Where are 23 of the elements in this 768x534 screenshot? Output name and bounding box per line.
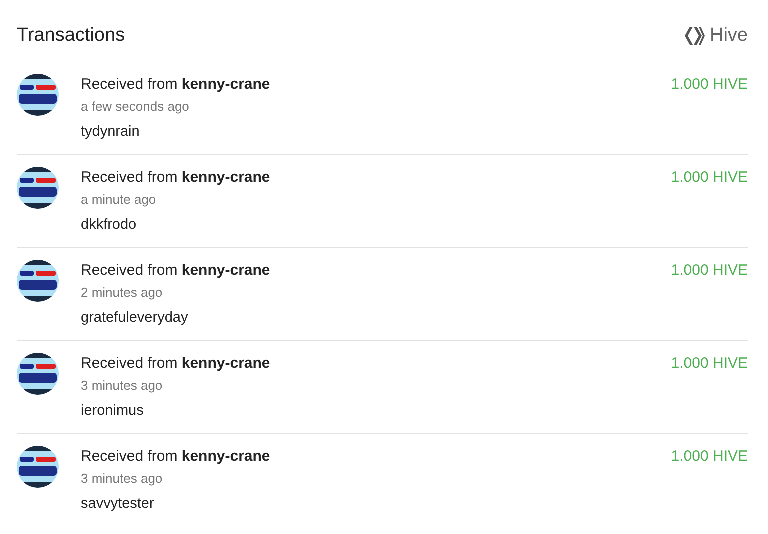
timestamp: a minute ago bbox=[81, 191, 158, 209]
transaction-description: Received from kenny-crane bbox=[81, 261, 272, 281]
timestamp: 2 minutes ago bbox=[81, 284, 164, 302]
amount: 1.000 HIVE bbox=[671, 168, 748, 188]
amount: 1.000 HIVE bbox=[671, 354, 748, 374]
memo: tydynrain bbox=[81, 123, 141, 142]
timestamp: 3 minutes ago bbox=[81, 377, 164, 395]
brand-name: Hive bbox=[710, 25, 748, 47]
logo-icon bbox=[684, 27, 705, 45]
transaction-description: Received from kenny-crane bbox=[81, 75, 272, 95]
transaction-description: Received from kenny-crane bbox=[81, 354, 272, 374]
timestamp: a few seconds ago bbox=[81, 98, 190, 116]
transaction-description: Received from kenny-crane bbox=[81, 168, 272, 188]
timestamp: 3 minutes ago bbox=[81, 470, 164, 488]
memo: dkkfrodo bbox=[81, 216, 138, 235]
memo: ieronimus bbox=[81, 402, 145, 421]
amount: 1.000 HIVE bbox=[671, 75, 748, 95]
amount: 1.000 HIVE bbox=[671, 261, 748, 281]
memo: savvytester bbox=[81, 495, 156, 514]
transaction-description: Received from kenny-crane bbox=[81, 447, 272, 467]
section-title: Transactions bbox=[17, 25, 126, 47]
memo: gratefuleveryday bbox=[81, 309, 190, 328]
amount: 1.000 HIVE bbox=[671, 447, 748, 467]
